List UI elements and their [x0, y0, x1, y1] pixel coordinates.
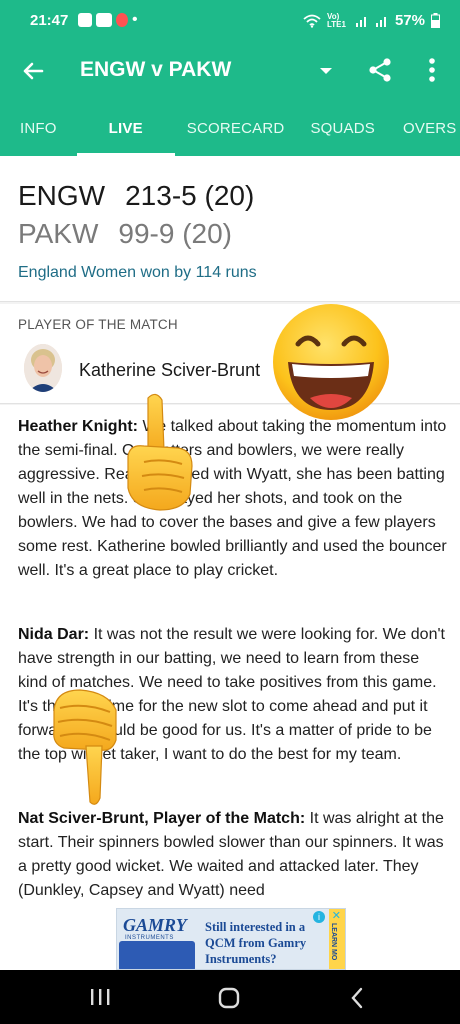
ad-creative[interactable]: GAMRY INSTRUMENTS Still interested in a …: [116, 908, 346, 970]
grinning-face-emoji: [273, 304, 389, 420]
index-pointing-up-emoji: [127, 393, 193, 511]
quote-paragraph: Nat Sciver-Brunt, Player of the Match: I…: [18, 807, 448, 903]
notification-dot: •: [132, 11, 138, 28]
battery-icon: [431, 13, 440, 28]
ad-info-icon[interactable]: i: [313, 911, 325, 923]
score-card: ENGW 213-5 (20) PAKW 99-9 (20) England W…: [0, 156, 460, 302]
ad-brand-logo: GAMRY: [123, 915, 187, 935]
player-avatar: [24, 344, 62, 392]
record-icon: [116, 13, 128, 27]
ad-text: Still interested in a QCM from Gamry Ins…: [205, 920, 307, 966]
ad-device-image: [119, 941, 195, 969]
home-icon[interactable]: [217, 986, 241, 1010]
back-arrow-icon[interactable]: [18, 56, 48, 86]
quote-paragraph: Heather Knight: We talked about taking t…: [18, 415, 448, 583]
recent-apps-icon[interactable]: [89, 988, 111, 1006]
match-result: England Women won by 114 runs: [18, 264, 257, 281]
team2-row: PAKW 99-9 (20): [18, 218, 232, 250]
system-nav-bar: [0, 970, 460, 1024]
backhand-index-pointing-down-emoji: [53, 689, 117, 805]
status-time: 21:47: [30, 12, 69, 29]
signal-icon: [355, 16, 366, 27]
ad-close-icon[interactable]: ✕: [332, 909, 341, 922]
match-title[interactable]: ENGW v PAKW: [80, 58, 231, 82]
signal-icon-2: [375, 16, 386, 27]
quote-speaker: Nida Dar:: [18, 626, 90, 643]
nav-back-icon[interactable]: [348, 986, 366, 1010]
status-right: Vo) LTE1 57%: [303, 12, 440, 29]
potm-label: PLAYER OF THE MATCH: [18, 317, 178, 332]
tab-live[interactable]: LIVE: [76, 100, 175, 156]
quote-text: We talked about taking the momentum into…: [18, 418, 447, 579]
team2-score: 99-9 (20): [118, 218, 233, 249]
notification-app-icon: [78, 13, 92, 27]
app-bar: ENGW v PAKW: [0, 42, 460, 100]
team2-name: PAKW: [18, 218, 99, 249]
tab-bar: INFO LIVE SCORECARD SQUADS OVERS: [0, 100, 460, 156]
share-icon[interactable]: [366, 56, 394, 84]
tab-info[interactable]: INFO: [0, 100, 77, 156]
youtube-icon: [96, 13, 112, 27]
battery-percent: 57%: [394, 12, 425, 29]
tab-scorecard[interactable]: SCORECARD: [175, 100, 297, 156]
team1-row: ENGW 213-5 (20): [18, 180, 254, 212]
notification-icons: •: [78, 11, 138, 28]
team1-score: 213-5 (20): [125, 180, 255, 211]
team1-name: ENGW: [18, 180, 106, 211]
status-bar: 21:47 • Vo) LTE1 57%: [0, 0, 460, 42]
tab-overs[interactable]: OVERS: [389, 100, 460, 156]
more-options-icon[interactable]: [422, 56, 442, 84]
wifi-icon: [303, 14, 321, 28]
network-label: Vo) LTE1: [326, 11, 346, 29]
dropdown-icon[interactable]: [318, 60, 334, 80]
potm-name[interactable]: Katherine Sciver-Brunt: [79, 360, 260, 381]
quote-speaker: Nat Sciver-Brunt, Player of the Match:: [18, 810, 306, 827]
ad-banner: GAMRY INSTRUMENTS Still interested in a …: [0, 908, 460, 970]
tab-squads[interactable]: SQUADS: [296, 100, 389, 156]
commentary-content: Heather Knight: We talked about taking t…: [0, 405, 460, 908]
